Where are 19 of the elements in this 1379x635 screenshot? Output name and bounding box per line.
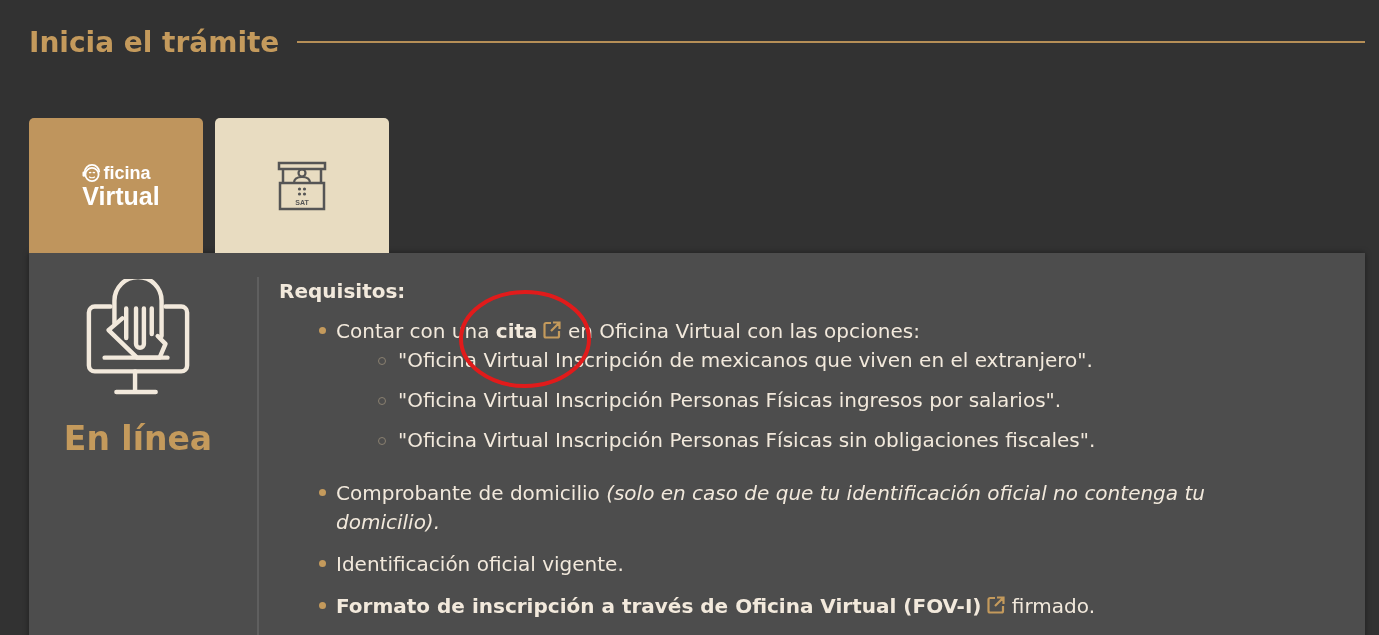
list-text: Formato de inscripción a través de Oficina Virtual (FOV-I) firmado. (336, 593, 1095, 620)
link[interactable]: cita (495, 319, 562, 343)
logo-text: ficina (103, 164, 151, 182)
bullet-icon (319, 327, 326, 334)
list-text: Identificación oficial vigente. (336, 551, 624, 578)
bullet-icon (319, 489, 326, 496)
bullet-icon (319, 602, 326, 609)
external-link-icon (985, 595, 1006, 615)
service-counter-icon (277, 160, 327, 211)
logo-text: Virtual (82, 184, 160, 209)
external-link-icon (541, 320, 562, 340)
list-text: Comprobante de domicilio (solo en caso de que tu identificación oficial no contenga tu domicilio). (336, 480, 1206, 536)
section-heading: Inicia el trámite (29, 25, 280, 59)
section-title: Requisitos: (279, 279, 407, 303)
mode-label: En línea (63, 419, 213, 458)
bullet-icon (319, 560, 326, 567)
list-text: "Oficina Virtual Inscripción Personas Físicas sin obligaciones fiscales". (398, 427, 1096, 454)
link[interactable]: Formato de inscripción a través de Oficina Virtual (FOV-I) (336, 594, 1006, 618)
list-text: "Oficina Virtual Inscripción Personas Físicas ingresos por salarios". (398, 387, 1062, 414)
